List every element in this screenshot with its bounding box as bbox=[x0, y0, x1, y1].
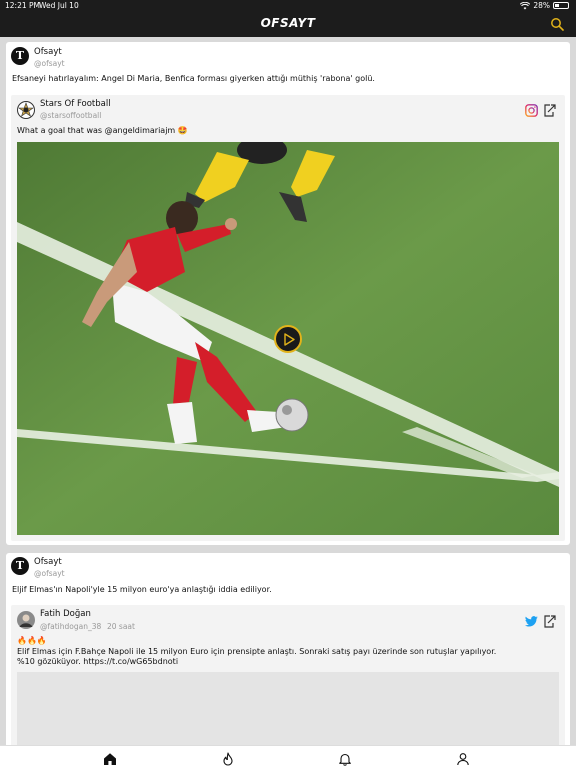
embed-text: What a goal that was @angeldimariajm 🤩 bbox=[17, 126, 188, 135]
app-logo: OFSAYT bbox=[260, 16, 316, 30]
profile-icon[interactable] bbox=[456, 752, 470, 766]
embed-handle: @fatihdogan_38 bbox=[40, 622, 102, 631]
embed-time: 20 saat bbox=[107, 622, 135, 631]
avatar[interactable]: T bbox=[11, 47, 29, 65]
post-handle: @ofsayt bbox=[34, 569, 65, 578]
flame-icon[interactable] bbox=[221, 752, 235, 766]
post-text: Eljif Elmas'ın Napoli'yle 15 milyon euro… bbox=[12, 585, 272, 594]
instagram-embed[interactable]: Stars Of Football @starsoffootball What … bbox=[11, 95, 565, 541]
status-right: 28% bbox=[520, 1, 569, 10]
twitter-embed[interactable]: Fatih Doğan @fatihdogan_38 20 saat 🔥🔥🔥 E… bbox=[11, 605, 565, 750]
video-player[interactable] bbox=[17, 142, 559, 535]
post-card[interactable]: T Ofsayt @ofsayt Efsaneyi hatırlayalım: … bbox=[6, 42, 570, 545]
status-bar: 12:21 PM Wed Jul 10 28% bbox=[0, 0, 576, 12]
post-card[interactable]: T Ofsayt @ofsayt Eljif Elmas'ın Napoli'y… bbox=[6, 553, 570, 753]
post-author[interactable]: Ofsayt bbox=[34, 47, 62, 57]
embed-text-line2: %10 gözüküyor. https://t.co/wG65bdnoti bbox=[17, 657, 179, 666]
battery-icon bbox=[553, 2, 569, 9]
status-date: Wed Jul 10 bbox=[39, 1, 79, 10]
play-icon bbox=[284, 333, 295, 346]
search-icon[interactable] bbox=[550, 17, 564, 31]
post-text: Efsaneyi hatırlayalım: Angel Di Maria, B… bbox=[12, 74, 375, 83]
avatar[interactable]: T bbox=[11, 557, 29, 575]
post-author[interactable]: Ofsayt bbox=[34, 557, 62, 567]
share-icon[interactable] bbox=[544, 104, 556, 117]
avatar[interactable] bbox=[17, 611, 35, 629]
app-header: OFSAYT bbox=[0, 12, 576, 37]
embed-emoji: 🔥🔥🔥 bbox=[17, 636, 47, 645]
battery-percent: 28% bbox=[533, 1, 550, 10]
post-handle: @ofsayt bbox=[34, 59, 65, 68]
avatar[interactable] bbox=[17, 101, 35, 119]
play-button[interactable] bbox=[274, 325, 302, 353]
status-time: 12:21 PM bbox=[5, 1, 40, 10]
home-icon[interactable] bbox=[103, 752, 117, 766]
instagram-icon[interactable] bbox=[525, 104, 538, 117]
tab-bar bbox=[0, 745, 576, 768]
embed-text-line1: Elif Elmas için F.Bahçe Napoli ile 15 mi… bbox=[17, 647, 497, 656]
twitter-icon[interactable] bbox=[525, 616, 538, 627]
share-icon[interactable] bbox=[544, 615, 556, 628]
embed-handle: @starsoffootball bbox=[40, 111, 102, 120]
media-placeholder[interactable] bbox=[17, 672, 559, 750]
wifi-icon bbox=[520, 1, 531, 9]
embed-author[interactable]: Fatih Doğan bbox=[40, 609, 91, 619]
embed-author[interactable]: Stars Of Football bbox=[40, 99, 111, 109]
bell-icon[interactable] bbox=[338, 752, 352, 766]
